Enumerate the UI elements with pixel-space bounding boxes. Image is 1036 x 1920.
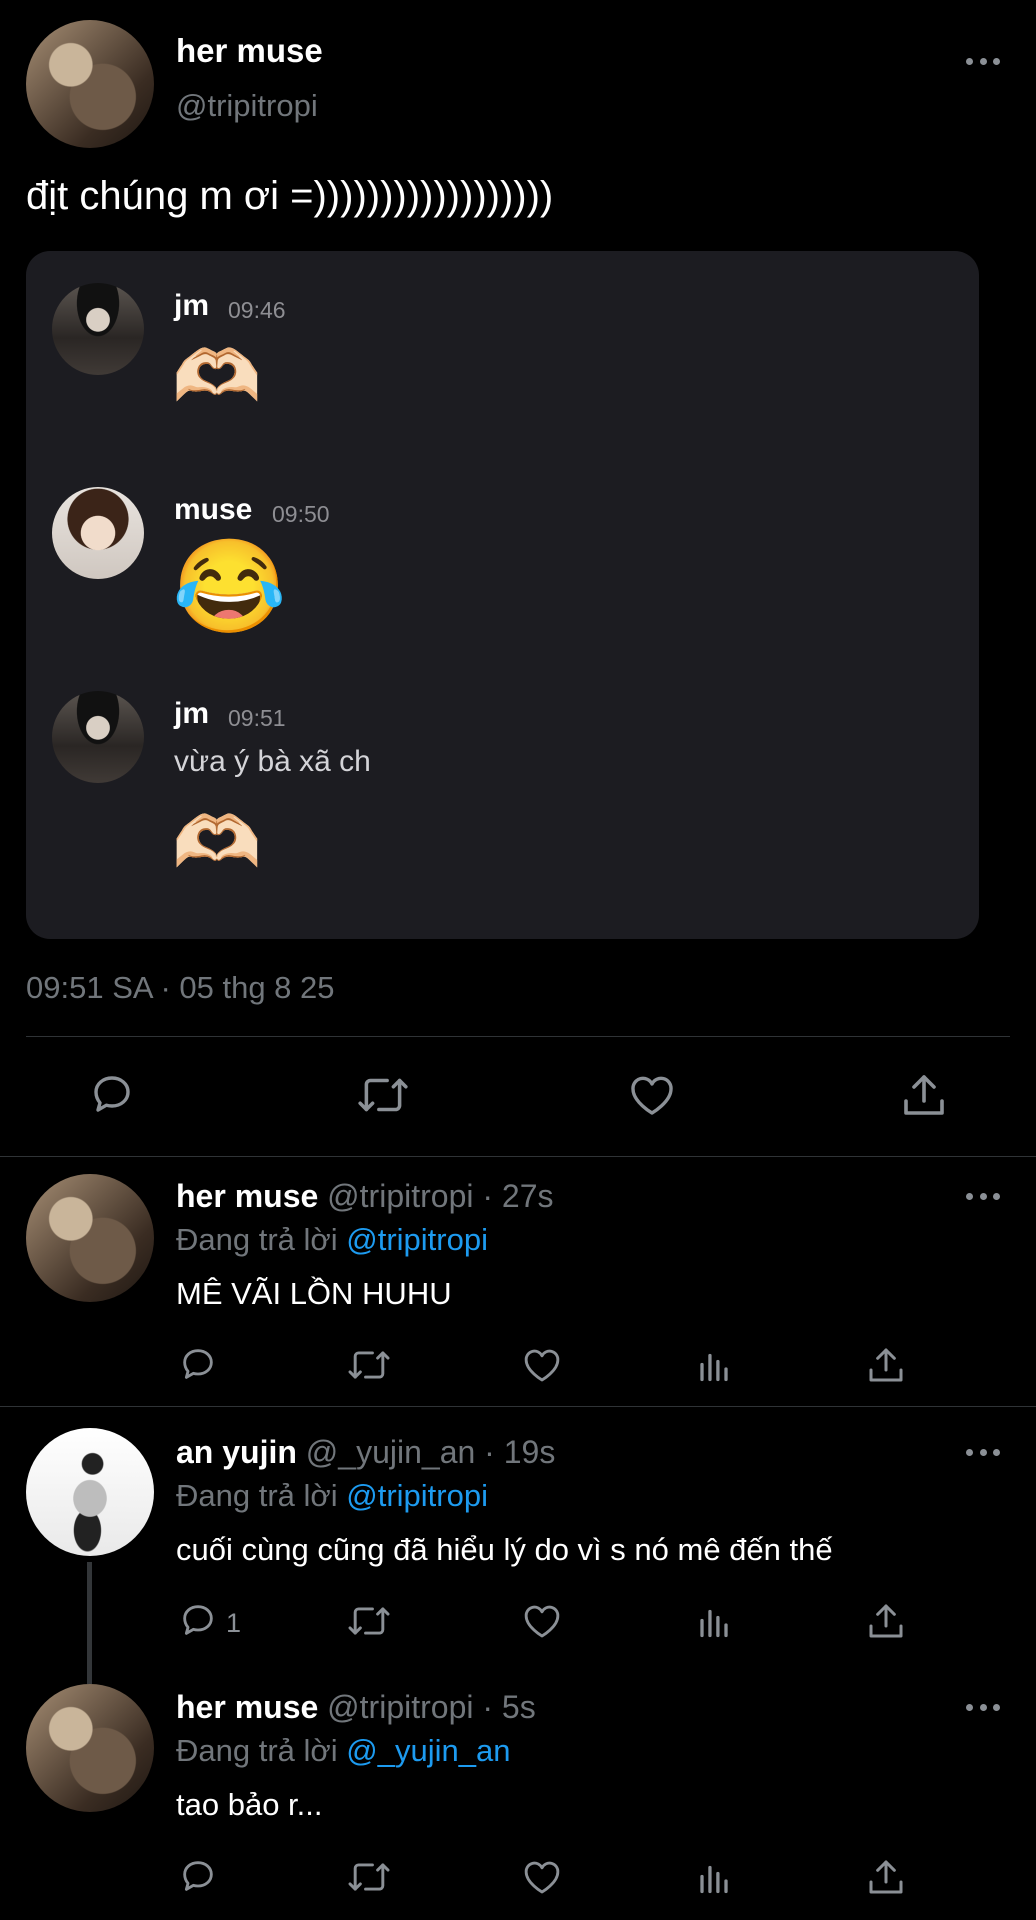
- reply-meta: @tripitropi · 27s: [327, 1178, 554, 1214]
- reply-count: 1: [226, 1608, 242, 1638]
- replying-label: Đang trả lời: [176, 1222, 338, 1257]
- more-options-icon[interactable]: [966, 1702, 1000, 1712]
- author-handle[interactable]: @tripitropi: [176, 88, 318, 124]
- like-icon[interactable]: [628, 1072, 676, 1118]
- share-icon[interactable]: [866, 1602, 906, 1640]
- tweet-text: địt chúng m ơi =)))))))))))))))))): [26, 174, 554, 218]
- reply-icon[interactable]: [178, 1600, 218, 1640]
- mention-link[interactable]: @tripitropi: [346, 1222, 488, 1257]
- divider: [0, 1406, 1036, 1407]
- reply-meta: @_yujin_an · 19s: [305, 1434, 556, 1470]
- chat-sender: muse: [174, 493, 253, 526]
- heart-hands-emoji: 🫶🏻: [172, 803, 262, 883]
- reply-display-name[interactable]: her muse: [176, 1178, 318, 1214]
- more-options-icon[interactable]: [966, 56, 1000, 66]
- reply-header: her muse @tripitropi · 27s: [176, 1178, 554, 1215]
- chat-sender: jm: [174, 697, 210, 730]
- chat-screenshot-card[interactable]: jm 09:46 🫶🏻 muse 09:50 😂 jm 09:51 vừa ý …: [26, 251, 979, 939]
- chat-sender: jm: [174, 289, 210, 322]
- replying-to-line: Đang trả lời @tripitropi: [176, 1222, 488, 1258]
- replying-label: Đang trả lời: [176, 1478, 338, 1513]
- mention-link[interactable]: @_yujin_an: [346, 1733, 510, 1768]
- author-display-name[interactable]: her muse: [176, 32, 323, 70]
- author-avatar[interactable]: [26, 20, 154, 148]
- reply-icon[interactable]: [88, 1070, 136, 1118]
- reply-icon[interactable]: [178, 1344, 218, 1384]
- views-icon[interactable]: [696, 1348, 732, 1384]
- reply-text: cuối cùng cũng đã hiểu lý do vì s nó mê …: [176, 1532, 833, 1567]
- repost-icon[interactable]: [346, 1602, 392, 1640]
- mention-link[interactable]: @tripitropi: [346, 1478, 488, 1513]
- divider: [26, 1036, 1010, 1037]
- reply-display-name[interactable]: her muse: [176, 1689, 318, 1725]
- more-options-icon[interactable]: [966, 1447, 1000, 1457]
- chat-avatar-muse: [52, 487, 144, 579]
- reply-icon[interactable]: [178, 1856, 218, 1896]
- reply-avatar[interactable]: [26, 1684, 154, 1812]
- replying-to-line: Đang trả lời @tripitropi: [176, 1478, 488, 1514]
- like-icon[interactable]: [522, 1346, 562, 1384]
- views-icon[interactable]: [696, 1604, 732, 1640]
- chat-time: 09:46: [228, 297, 286, 323]
- replying-label: Đang trả lời: [176, 1733, 338, 1768]
- share-icon[interactable]: [900, 1072, 948, 1118]
- reply-text: tao bảo r...: [176, 1787, 323, 1822]
- like-icon[interactable]: [522, 1602, 562, 1640]
- chat-avatar-jm: [52, 691, 144, 783]
- reply-header: her muse @tripitropi · 5s: [176, 1689, 536, 1726]
- replying-to-line: Đang trả lời @_yujin_an: [176, 1733, 510, 1769]
- chat-message-text: vừa ý bà xã ch: [174, 745, 371, 778]
- repost-icon[interactable]: [346, 1346, 392, 1384]
- share-icon[interactable]: [866, 1346, 906, 1384]
- reply-avatar[interactable]: [26, 1428, 154, 1556]
- reply-meta: @tripitropi · 5s: [327, 1689, 536, 1725]
- laughing-tears-emoji: 😂: [172, 536, 287, 638]
- repost-icon[interactable]: [346, 1858, 392, 1896]
- divider: [0, 1156, 1036, 1157]
- heart-hands-emoji: 🫶🏻: [172, 337, 262, 417]
- like-icon[interactable]: [522, 1858, 562, 1896]
- chat-time: 09:50: [272, 501, 330, 527]
- views-icon[interactable]: [696, 1860, 732, 1896]
- reply-display-name[interactable]: an yujin: [176, 1434, 297, 1470]
- reply-text: MÊ VÃI LỒN HUHU: [176, 1276, 452, 1311]
- more-options-icon[interactable]: [966, 1191, 1000, 1201]
- reply-header: an yujin @_yujin_an · 19s: [176, 1434, 555, 1471]
- repost-icon[interactable]: [356, 1072, 410, 1118]
- share-icon[interactable]: [866, 1858, 906, 1896]
- tweet-timestamp[interactable]: 09:51 SA · 05 thg 8 25: [26, 970, 335, 1006]
- chat-avatar-jm: [52, 283, 144, 375]
- chat-time: 09:51: [228, 705, 286, 731]
- reply-avatar[interactable]: [26, 1174, 154, 1302]
- thread-line: [87, 1562, 92, 1684]
